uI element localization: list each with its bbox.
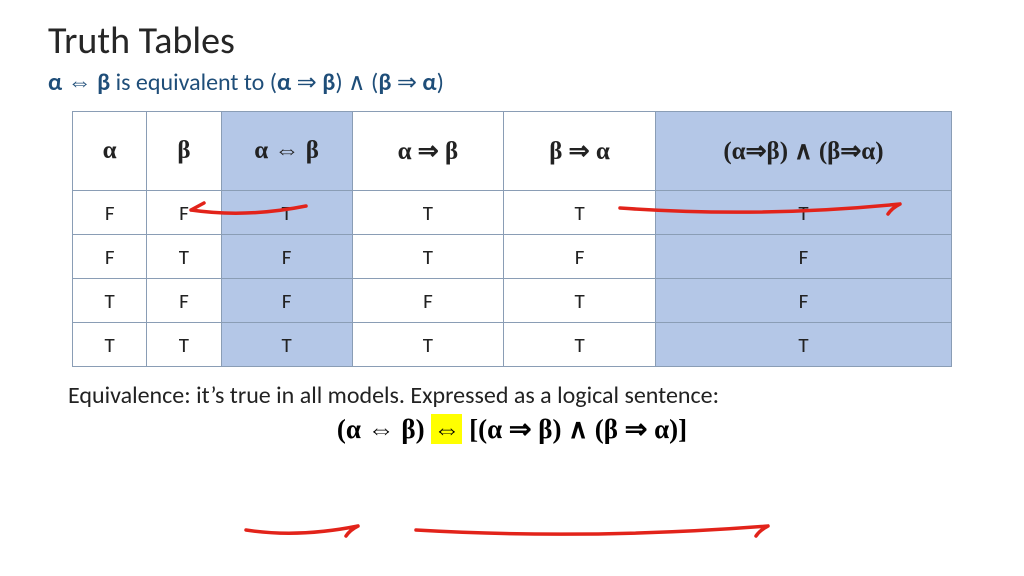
sym-imp: ⇒ bbox=[297, 68, 317, 97]
table-row: T F F F T F bbox=[73, 279, 952, 323]
page-title: Truth Tables bbox=[48, 18, 976, 64]
col-iff: α ⇔ β bbox=[221, 112, 352, 191]
cell: T bbox=[352, 323, 504, 367]
col-conj: (α⇒β) ∧ (β⇒α) bbox=[655, 112, 951, 191]
sym-iff: ⇔ bbox=[68, 68, 92, 97]
cell: T bbox=[504, 323, 656, 367]
sym-beta3: β bbox=[378, 68, 391, 97]
cell: F bbox=[147, 279, 221, 323]
table-row: F T F T F F bbox=[73, 235, 952, 279]
formula-right: [(α ⇒ β) ∧ (β ⇒ α)] bbox=[469, 414, 687, 444]
col-beta: β bbox=[147, 112, 221, 191]
sym-alpha2: α bbox=[277, 68, 291, 97]
col-imp-ab: α ⇒ β bbox=[352, 112, 504, 191]
underline-formula-left-icon bbox=[238, 520, 368, 542]
truth-table: α β α ⇔ β α ⇒ β β ⇒ α (α⇒β) ∧ (β⇒α) F F … bbox=[72, 111, 952, 367]
cell: T bbox=[504, 279, 656, 323]
cell: F bbox=[73, 235, 147, 279]
cell: F bbox=[147, 191, 221, 235]
table-header-row: α β α ⇔ β α ⇒ β β ⇒ α (α⇒β) ∧ (β⇒α) bbox=[73, 112, 952, 191]
table-row: F F T T T T bbox=[73, 191, 952, 235]
cell: T bbox=[504, 191, 656, 235]
sym-alpha3: α bbox=[422, 68, 436, 97]
equivalence-formula: (α ⇔ β) ⇔ [(α ⇒ β) ∧ (β ⇒ α)] bbox=[48, 414, 976, 445]
cell: T bbox=[352, 235, 504, 279]
cell: T bbox=[73, 279, 147, 323]
cell: T bbox=[147, 235, 221, 279]
cell: T bbox=[352, 191, 504, 235]
cell: T bbox=[147, 323, 221, 367]
cell: F bbox=[352, 279, 504, 323]
equivalence-text: Equivalence: it’s true in all models. Ex… bbox=[68, 381, 976, 410]
cell: T bbox=[655, 191, 951, 235]
cell: T bbox=[655, 323, 951, 367]
cell: T bbox=[221, 191, 352, 235]
formula-iff-highlight: ⇔ bbox=[431, 414, 462, 444]
subtitle: α ⇔ β is equivalent to (α ⇒ β) ∧ (β ⇒ α) bbox=[48, 68, 976, 97]
cell: F bbox=[73, 191, 147, 235]
cell: F bbox=[221, 235, 352, 279]
col-alpha: α bbox=[73, 112, 147, 191]
cell: F bbox=[655, 279, 951, 323]
sym-rp: ) bbox=[335, 68, 342, 97]
sym-alpha: α bbox=[48, 68, 62, 97]
formula-left: (α ⇔ β) bbox=[337, 414, 425, 444]
underline-formula-right-icon bbox=[408, 520, 778, 542]
cell: T bbox=[73, 323, 147, 367]
sym-beta2: β bbox=[322, 68, 335, 97]
sym-imp2: ⇒ bbox=[397, 68, 417, 97]
sym-lp: ( bbox=[270, 68, 277, 97]
cell: F bbox=[655, 235, 951, 279]
col-imp-ba: β ⇒ α bbox=[504, 112, 656, 191]
table-row: T T T T T T bbox=[73, 323, 952, 367]
subtitle-text: is equivalent to bbox=[116, 68, 270, 97]
cell: F bbox=[221, 279, 352, 323]
cell: F bbox=[504, 235, 656, 279]
sym-rp2: ) bbox=[437, 68, 444, 97]
sym-beta: β bbox=[97, 68, 110, 97]
sym-and: ∧ bbox=[348, 68, 366, 97]
cell: T bbox=[221, 323, 352, 367]
